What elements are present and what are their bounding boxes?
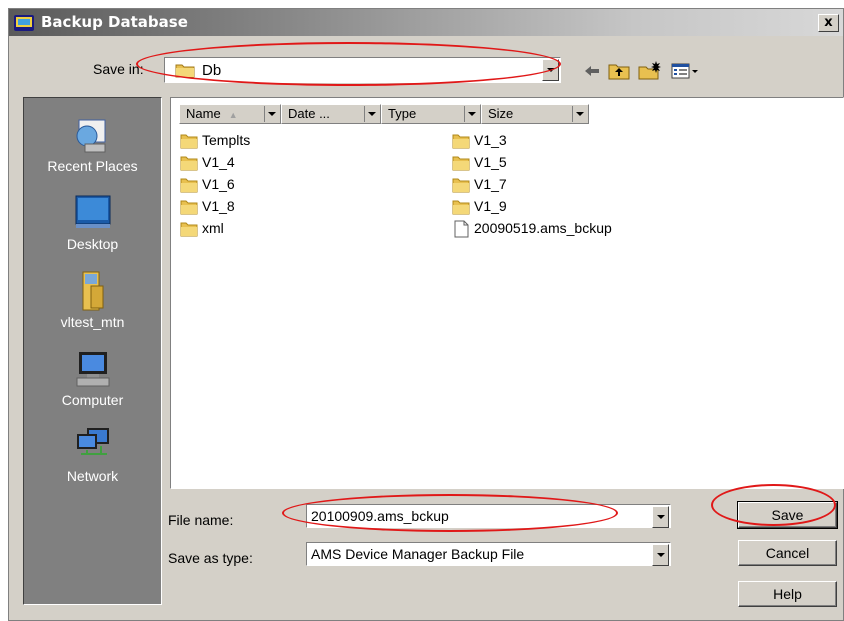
view-menu-icon[interactable] (670, 59, 700, 83)
column-header-date[interactable]: Date ... (281, 104, 381, 124)
column-header-type[interactable]: Type (381, 104, 481, 124)
close-button[interactable]: x (818, 14, 839, 32)
column-label: Type (388, 106, 417, 121)
file-item-v1-3[interactable]: V1_3 (451, 130, 507, 150)
file-name: V1_6 (202, 176, 235, 192)
new-folder-icon[interactable] (637, 59, 663, 83)
places-bar: Recent Places Desktop vltest_mtn Compute… (23, 97, 162, 605)
up-folder-icon[interactable] (607, 59, 631, 83)
place-network[interactable]: Network (24, 424, 161, 484)
computer-icon (24, 348, 161, 390)
chevron-down-icon[interactable] (264, 106, 278, 122)
user-folder-icon (24, 270, 161, 312)
file-item-v1-5[interactable]: V1_5 (451, 152, 507, 172)
place-recent-places[interactable]: Recent Places (24, 114, 161, 174)
folder-icon (180, 134, 198, 149)
save-in-value: Db (202, 62, 222, 79)
file-name: V1_7 (474, 176, 507, 192)
folder-icon (180, 200, 198, 215)
window-title: Backup Database (41, 13, 188, 31)
file-name: V1_8 (202, 198, 235, 214)
file-name: V1_4 (202, 154, 235, 170)
folder-icon (452, 178, 470, 193)
file-item-templts[interactable]: Templts (179, 130, 250, 150)
chevron-down-icon[interactable] (652, 544, 669, 566)
chevron-down-icon[interactable] (364, 106, 378, 122)
title-bar[interactable]: Backup Database x (9, 9, 843, 36)
folder-icon (180, 156, 198, 171)
place-label: Network (66, 468, 119, 484)
save-as-type-value: AMS Device Manager Backup File (311, 546, 525, 562)
file-icon (454, 220, 469, 238)
place-desktop[interactable]: Desktop (24, 192, 161, 252)
file-item-v1-4[interactable]: V1_4 (179, 152, 235, 172)
file-name-field[interactable]: 20100909.ams_bckup (306, 504, 671, 528)
file-name-label: File name: (168, 512, 234, 528)
file-name: V1_5 (474, 154, 507, 170)
file-item-v1-6[interactable]: V1_6 (179, 174, 235, 194)
network-icon (24, 424, 161, 466)
chevron-down-icon[interactable] (572, 106, 586, 122)
desktop-icon (24, 192, 161, 234)
save-in-label: Save in: (93, 61, 144, 77)
folder-icon (175, 62, 195, 81)
column-label: Size (488, 106, 514, 121)
folder-icon (452, 200, 470, 215)
place-computer[interactable]: Computer (24, 348, 161, 408)
file-name: V1_3 (474, 132, 507, 148)
file-item-v1-8[interactable]: V1_8 (179, 196, 235, 216)
folder-icon (452, 156, 470, 171)
file-item-20090519-ams-bckup[interactable]: 20090519.ams_bckup (451, 218, 612, 238)
chevron-down-icon[interactable] (542, 59, 559, 81)
file-item-v1-9[interactable]: V1_9 (451, 196, 507, 216)
chevron-down-icon[interactable] (464, 106, 478, 122)
folder-icon (180, 178, 198, 193)
file-name-value: 20100909.ams_bckup (311, 508, 449, 524)
chevron-down-icon[interactable] (652, 506, 669, 528)
place-label: vltest_mtn (60, 314, 125, 330)
backup-database-dialog: Backup Database x Save in: Db Recent Pla… (8, 8, 844, 621)
column-label: Date ... (288, 106, 330, 121)
file-item-xml[interactable]: xml (179, 218, 224, 238)
save-button[interactable]: Save (737, 501, 838, 529)
column-label: Name (186, 106, 221, 121)
file-name: xml (202, 220, 224, 236)
app-icon (13, 13, 37, 33)
folder-icon (452, 134, 470, 149)
file-list[interactable]: Name ▲ Date ... Type Size Templts V1_3 V1… (170, 97, 844, 489)
file-name: 20090519.ams_bckup (474, 220, 612, 236)
save-as-type-dropdown[interactable]: AMS Device Manager Backup File (306, 542, 671, 566)
place-vltest-mtn[interactable]: vltest_mtn (24, 270, 161, 330)
save-in-dropdown[interactable]: Db (164, 57, 561, 83)
cancel-button[interactable]: Cancel (738, 540, 837, 566)
file-name: V1_9 (474, 198, 507, 214)
place-label: Computer (61, 392, 124, 408)
file-item-v1-7[interactable]: V1_7 (451, 174, 507, 194)
column-header-size[interactable]: Size (481, 104, 589, 124)
folder-icon (180, 222, 198, 237)
recent-places-icon (24, 114, 161, 156)
column-header-name[interactable]: Name ▲ (179, 104, 281, 124)
place-label: Recent Places (47, 158, 138, 174)
place-label: Desktop (66, 236, 119, 252)
file-name: Templts (202, 132, 251, 148)
sort-ascending-icon: ▲ (228, 110, 238, 120)
back-arrow-icon[interactable] (582, 59, 602, 83)
save-as-type-label: Save as type: (168, 550, 253, 566)
help-button[interactable]: Help (738, 581, 837, 607)
